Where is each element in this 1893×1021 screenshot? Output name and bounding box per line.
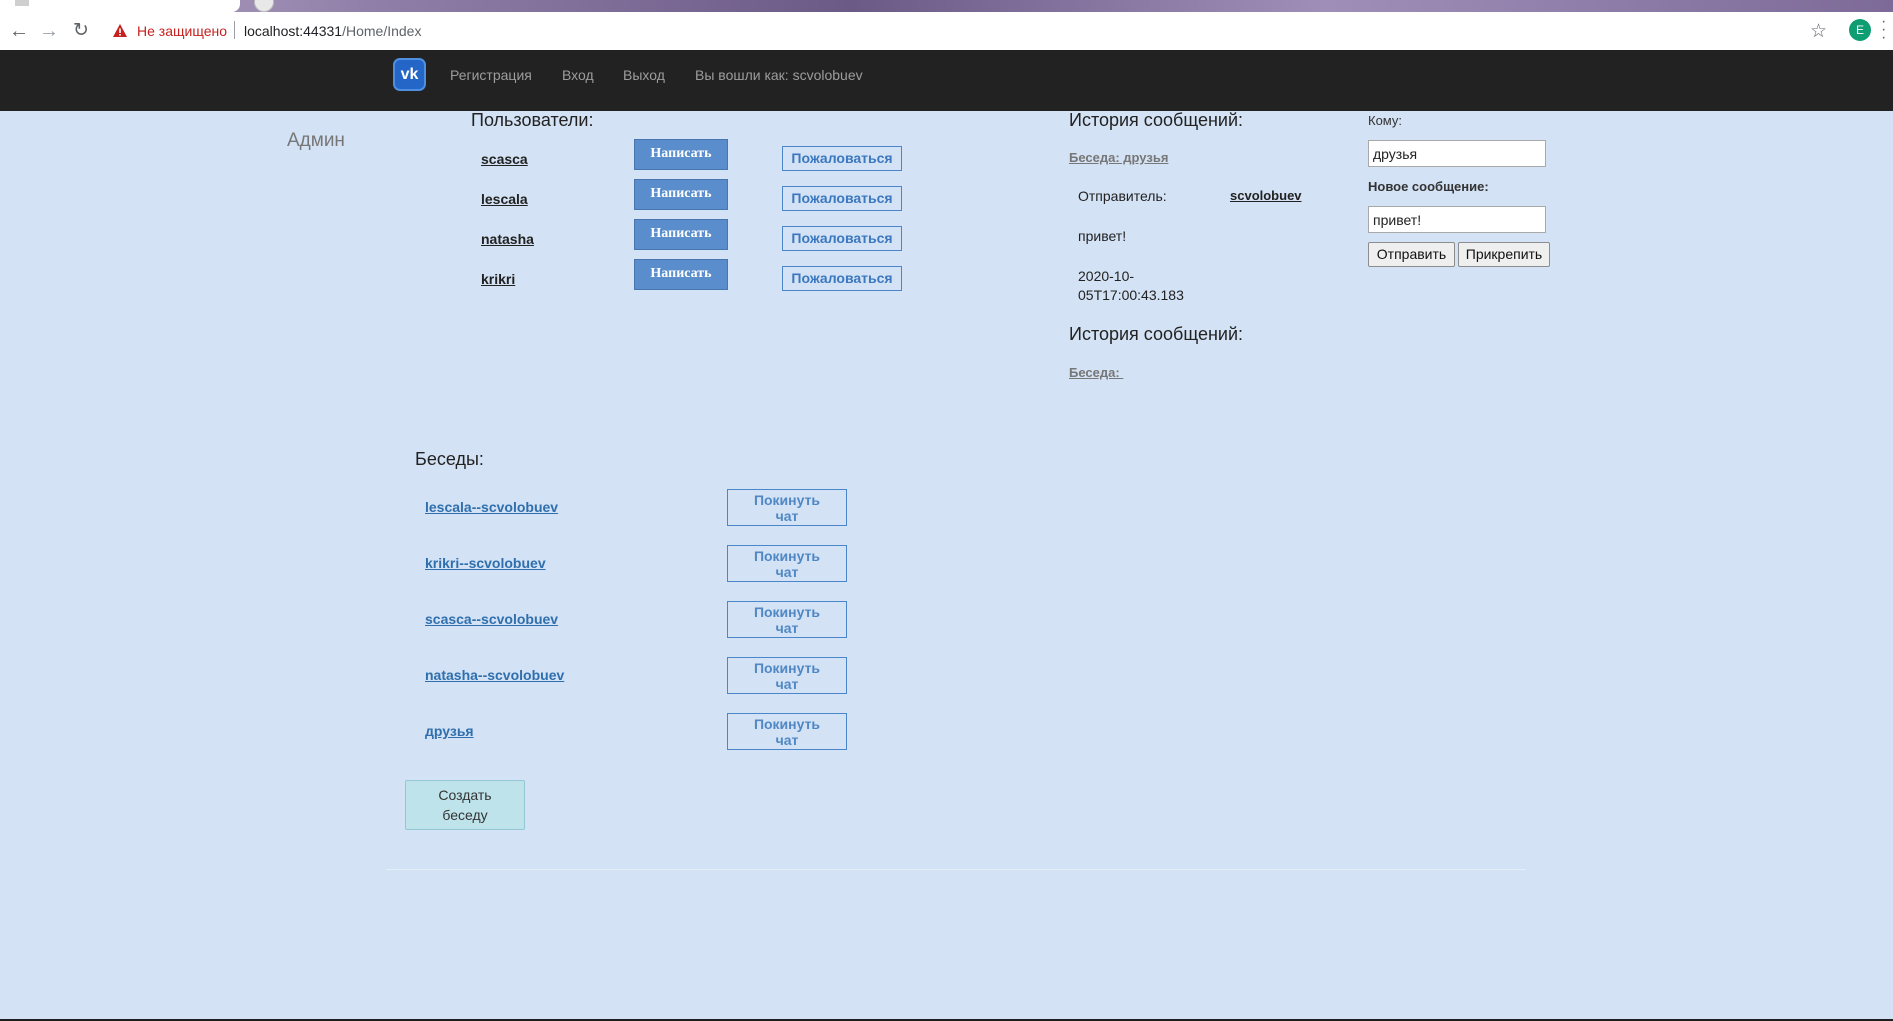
warning-icon [113, 24, 127, 37]
url-host: localhost:44331 [244, 23, 343, 39]
chat-link-krikri[interactable]: krikri--scvolobuev [425, 555, 546, 571]
leave-label-line1: Покинуть [753, 660, 821, 676]
nav-logged-in-as: Вы вошли как: scvolobuev [695, 67, 863, 83]
create-label-line1: Создать [438, 787, 492, 803]
forward-arrow-icon[interactable]: → [38, 20, 60, 42]
url-text[interactable]: localhost:44331/Home/Index [244, 23, 421, 39]
vk-logo-icon[interactable]: vk [393, 58, 426, 91]
leave-label-line2: чат [775, 676, 799, 692]
write-button-scasca[interactable]: Написать [634, 139, 728, 170]
site-navbar [0, 50, 1893, 111]
chat-link-friends[interactable]: друзья [425, 723, 474, 739]
report-button-scasca[interactable]: Пожаловаться [782, 146, 902, 171]
url-path: /Home/Index [342, 23, 422, 39]
write-button-lescala[interactable]: Написать [634, 179, 728, 210]
user-link-natasha[interactable]: natasha [481, 231, 534, 247]
attach-button[interactable]: Прикрепить [1458, 242, 1550, 267]
back-arrow-icon[interactable]: ← [8, 20, 30, 42]
report-button-natasha[interactable]: Пожаловаться [782, 226, 902, 251]
leave-label-line2: чат [775, 564, 799, 580]
address-separator [234, 21, 235, 39]
leave-label-line1: Покинуть [753, 548, 821, 564]
leave-chat-button-friends[interactable]: Покинуть чат [727, 713, 847, 750]
create-label-line2: беседу [442, 807, 488, 823]
leave-chat-button-lescala[interactable]: Покинуть чат [727, 489, 847, 526]
sender-label: Отправитель: [1078, 188, 1167, 204]
chat-link-scasca[interactable]: scasca--scvolobuev [425, 611, 558, 627]
browser-tab-strip [0, 0, 1893, 12]
send-button[interactable]: Отправить [1368, 242, 1455, 267]
leave-chat-button-natasha[interactable]: Покинуть чат [727, 657, 847, 694]
admin-label: Админ [287, 130, 345, 151]
users-heading: Пользователи: [471, 110, 594, 130]
nav-logout-link[interactable]: Выход [623, 67, 665, 83]
chat-link-natasha[interactable]: natasha--scvolobuev [425, 667, 564, 683]
leave-label-line1: Покинуть [753, 716, 821, 732]
not-secure-label[interactable]: Не защищено [137, 23, 227, 39]
leave-label-line2: чат [775, 508, 799, 524]
user-link-lescala[interactable]: lescala [481, 191, 528, 207]
message-text: привет! [1078, 228, 1127, 244]
leave-chat-button-scasca[interactable]: Покинуть чат [727, 601, 847, 638]
nav-login-link[interactable]: Вход [562, 67, 594, 83]
footer-divider [386, 869, 1526, 870]
create-chat-button[interactable]: Создать беседу [405, 780, 525, 830]
history-chat-link[interactable]: Беседа: друзья [1069, 150, 1168, 165]
profile-avatar[interactable]: E [1849, 19, 1871, 41]
tab-favicon-icon [15, 0, 29, 6]
browser-tab[interactable] [0, 0, 240, 12]
report-button-lescala[interactable]: Пожаловаться [782, 186, 902, 211]
nav-register-link[interactable]: Регистрация [450, 67, 532, 83]
history-heading-2: История сообщений: [1069, 324, 1244, 344]
history-chat-link-2[interactable]: Беседа: [1069, 365, 1123, 380]
leave-chat-button-krikri[interactable]: Покинуть чат [727, 545, 847, 582]
message-timestamp-line1: 2020-10- [1078, 268, 1135, 284]
user-link-scasca[interactable]: scasca [481, 151, 528, 167]
bookmark-star-icon[interactable]: ☆ [1810, 20, 1827, 43]
user-link-krikri[interactable]: krikri [481, 271, 515, 287]
to-label: Кому: [1368, 113, 1402, 128]
report-button-krikri[interactable]: Пожаловаться [782, 266, 902, 291]
write-button-natasha[interactable]: Написать [634, 219, 728, 250]
message-timestamp-line2: 05T17:00:43.183 [1078, 287, 1184, 303]
history-heading: История сообщений: [1069, 110, 1244, 130]
leave-label-line2: чат [775, 620, 799, 636]
reload-icon[interactable]: ↻ [70, 20, 92, 42]
to-input[interactable] [1368, 140, 1546, 167]
leave-label-line1: Покинуть [753, 492, 821, 508]
chats-heading: Беседы: [415, 449, 484, 469]
leave-label-line1: Покинуть [753, 604, 821, 620]
sender-link[interactable]: scvolobuev [1230, 188, 1302, 203]
message-input[interactable] [1368, 206, 1546, 233]
browser-menu-icon[interactable]: · · · [1881, 14, 1886, 46]
new-message-label: Новое сообщение: [1368, 179, 1489, 194]
write-button-krikri[interactable]: Написать [634, 259, 728, 290]
chat-link-lescala[interactable]: lescala--scvolobuev [425, 499, 558, 515]
leave-label-line2: чат [775, 732, 799, 748]
